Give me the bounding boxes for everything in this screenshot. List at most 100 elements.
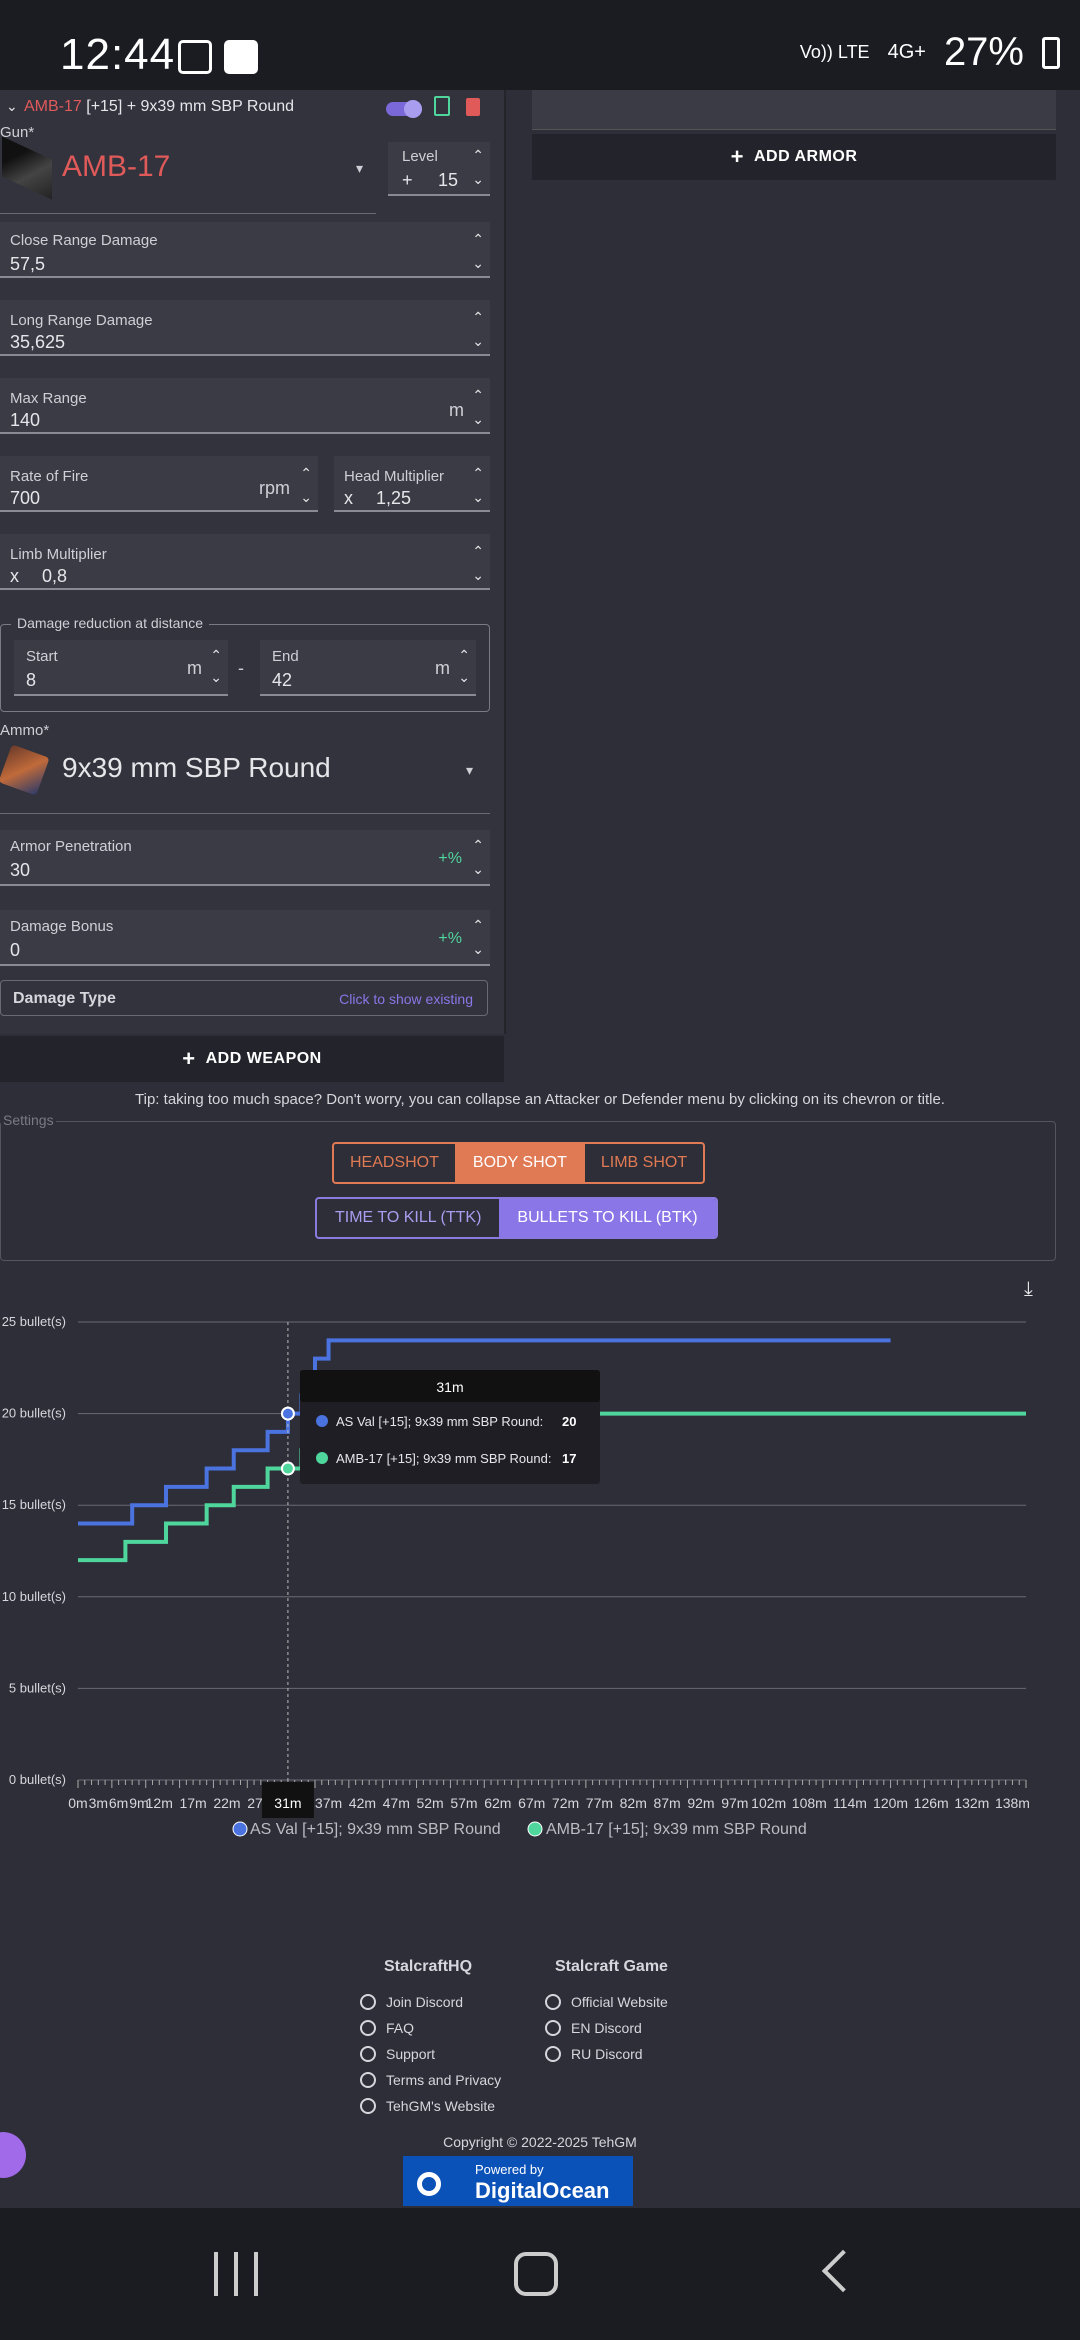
digitalocean-badge[interactable]: Powered by DigitalOcean xyxy=(403,2156,633,2206)
long-range-label: Long Range Damage xyxy=(10,312,153,329)
add-armor-button[interactable]: + ADD ARMOR xyxy=(532,134,1056,180)
rof-unit: rpm xyxy=(259,478,290,498)
footer-col1-link-2[interactable]: Support xyxy=(360,2046,501,2062)
footer-col2-link-label: RU Discord xyxy=(571,2046,643,2062)
download-icon[interactable]: ⤓ xyxy=(1024,1278,1033,1301)
max-range-label: Max Range xyxy=(10,390,87,407)
legend-label-1: AMB-17 [+15]; 9x39 mm SBP Round xyxy=(546,1821,807,1838)
footer-col2-link-0[interactable]: Official Website xyxy=(545,1994,668,2010)
weapon-header[interactable]: ⌄ AMB-17 [+15] + 9x39 mm SBP Round xyxy=(0,92,506,124)
x-tick-label: 77m xyxy=(586,1795,613,1811)
decrement-icon[interactable]: ⌄ xyxy=(458,670,470,684)
back-icon[interactable] xyxy=(821,2249,865,2293)
reduction-end-field[interactable]: End 42 m ⌃ ⌄ xyxy=(260,640,476,696)
add-armor-label: ADD ARMOR xyxy=(753,148,858,165)
home-icon[interactable] xyxy=(514,2252,558,2296)
decrement-icon[interactable]: ⌄ xyxy=(472,172,484,186)
footer-col1-link-label: Terms and Privacy xyxy=(386,2072,502,2088)
footer-col1-link-1[interactable]: FAQ xyxy=(360,2020,501,2036)
signal-type: 4G+ xyxy=(887,41,926,63)
metric-option-ttk[interactable]: TIME TO KILL (TTK) xyxy=(317,1199,499,1237)
gun-select[interactable]: Gun* AMB-17 ▾ xyxy=(0,124,376,214)
decrement-icon[interactable]: ⌄ xyxy=(472,256,484,270)
recents-icon[interactable] xyxy=(214,2252,258,2296)
decrement-icon[interactable]: ⌄ xyxy=(472,942,484,956)
x-tick-label: 57m xyxy=(450,1795,477,1811)
status-bar: 12:44 Vo)) LTE 4G+ 27% xyxy=(0,0,1080,90)
footer-col1-link-3[interactable]: Terms and Privacy xyxy=(360,2072,501,2088)
increment-icon[interactable]: ⌃ xyxy=(472,838,484,852)
close-range-label: Close Range Damage xyxy=(10,232,158,249)
dmg-bonus-unit: +% xyxy=(438,930,462,947)
footer-col2-link-label: EN Discord xyxy=(571,2020,642,2036)
limb-multiplier-field[interactable]: Limb Multiplier x 0,8 ⌃ ⌄ xyxy=(0,534,490,590)
increment-icon[interactable]: ⌃ xyxy=(210,648,222,662)
increment-icon[interactable]: ⌃ xyxy=(472,466,484,480)
increment-icon[interactable]: ⌃ xyxy=(300,466,312,480)
damage-type-row[interactable]: Damage Type Click to show existing xyxy=(0,980,488,1016)
reduction-start-field[interactable]: Start 8 m ⌃ ⌄ xyxy=(14,640,228,696)
close-range-field[interactable]: Close Range Damage 57,5 ⌃ ⌄ xyxy=(0,222,490,278)
gallery-icon xyxy=(178,40,212,74)
enable-toggle[interactable] xyxy=(386,100,422,118)
head-multiplier-field[interactable]: Head Multiplier x 1,25 ⌃ ⌄ xyxy=(334,456,490,512)
x-tick-label: 108m xyxy=(792,1795,827,1811)
increment-icon[interactable]: ⌃ xyxy=(472,310,484,324)
decrement-icon[interactable]: ⌄ xyxy=(472,490,484,504)
add-weapon-label: ADD WEAPON xyxy=(205,1050,322,1067)
x-tick-label: 120m xyxy=(873,1795,908,1811)
level-field[interactable]: Level + 15 ⌃ ⌄ xyxy=(388,142,490,196)
armor-pen-label: Armor Penetration xyxy=(10,838,132,855)
max-range-field[interactable]: Max Range 140 m ⌃ ⌄ xyxy=(0,378,490,434)
crosshair-label: 31m xyxy=(274,1795,301,1811)
decrement-icon[interactable]: ⌄ xyxy=(472,412,484,426)
delete-icon[interactable] xyxy=(466,98,480,116)
shot-option-limb-shot[interactable]: LIMB SHOT xyxy=(582,1144,703,1182)
increment-icon[interactable]: ⌃ xyxy=(472,918,484,932)
x-tick-label: 87m xyxy=(653,1795,680,1811)
copy-icon[interactable] xyxy=(434,96,450,116)
armor-penetration-field[interactable]: Armor Penetration 30 +% ⌃ ⌄ xyxy=(0,830,490,886)
dmg-bonus-label: Damage Bonus xyxy=(10,918,114,935)
sponsor-name: DigitalOcean xyxy=(475,2178,610,2203)
head-mult-label: Head Multiplier xyxy=(344,468,445,485)
footer-col1-link-4[interactable]: TehGM's Website xyxy=(360,2098,501,2114)
sponsor-top: Powered by xyxy=(475,2162,544,2177)
add-weapon-button[interactable]: + ADD WEAPON xyxy=(0,1036,504,1082)
decrement-icon[interactable]: ⌄ xyxy=(472,568,484,582)
checkbox-notification-icon xyxy=(224,40,258,74)
rof-label: Rate of Fire xyxy=(10,468,89,485)
tooltip-value: 17 xyxy=(562,1451,576,1466)
decrement-icon[interactable]: ⌄ xyxy=(300,490,312,504)
decrement-icon[interactable]: ⌄ xyxy=(472,334,484,348)
metric-option-btk[interactable]: BULLETS TO KILL (BTK) xyxy=(499,1199,716,1237)
increment-icon[interactable]: ⌃ xyxy=(458,648,470,662)
ammo-select[interactable]: Ammo* 9x39 mm SBP Round ▾ xyxy=(0,722,490,814)
armor-pen-unit: +% xyxy=(438,850,462,867)
decrement-icon[interactable]: ⌄ xyxy=(472,862,484,876)
y-tick-label: 25 bullet(s) xyxy=(2,1314,66,1329)
increment-icon[interactable]: ⌃ xyxy=(472,232,484,246)
shot-option-body-shot[interactable]: BODY SHOT xyxy=(454,1144,583,1182)
footer-col1-link-label: Join Discord xyxy=(386,1994,464,2010)
chevron-down-icon[interactable]: ⌄ xyxy=(6,98,18,115)
settings-legend: Settings xyxy=(1,1112,56,1128)
decrement-icon[interactable]: ⌄ xyxy=(210,670,222,684)
footer-col2-link-1[interactable]: EN Discord xyxy=(545,2020,668,2036)
footer-col1-link-0[interactable]: Join Discord xyxy=(360,1994,501,2010)
rate-of-fire-field[interactable]: Rate of Fire 700 rpm ⌃ ⌄ xyxy=(0,456,318,512)
x-tick-label: 92m xyxy=(687,1795,714,1811)
y-tick-label: 20 bullet(s) xyxy=(2,1406,66,1421)
increment-icon[interactable]: ⌃ xyxy=(472,388,484,402)
increment-icon[interactable]: ⌃ xyxy=(472,148,484,162)
footer-col2-link-2[interactable]: RU Discord xyxy=(545,2046,668,2062)
x-tick-label: 138m xyxy=(995,1795,1030,1811)
tooltip-dot xyxy=(316,1415,328,1427)
damage-bonus-field[interactable]: Damage Bonus 0 +% ⌃ ⌄ xyxy=(0,910,490,966)
long-range-field[interactable]: Long Range Damage 35,625 ⌃ ⌄ xyxy=(0,300,490,356)
show-existing-link[interactable]: Click to show existing xyxy=(339,991,473,1007)
shot-option-headshot[interactable]: HEADSHOT xyxy=(334,1144,455,1182)
head-mult-value: 1,25 xyxy=(376,488,412,508)
shot-type-toggle: HEADSHOT BODY SHOT LIMB SHOT xyxy=(332,1142,706,1184)
increment-icon[interactable]: ⌃ xyxy=(472,544,484,558)
